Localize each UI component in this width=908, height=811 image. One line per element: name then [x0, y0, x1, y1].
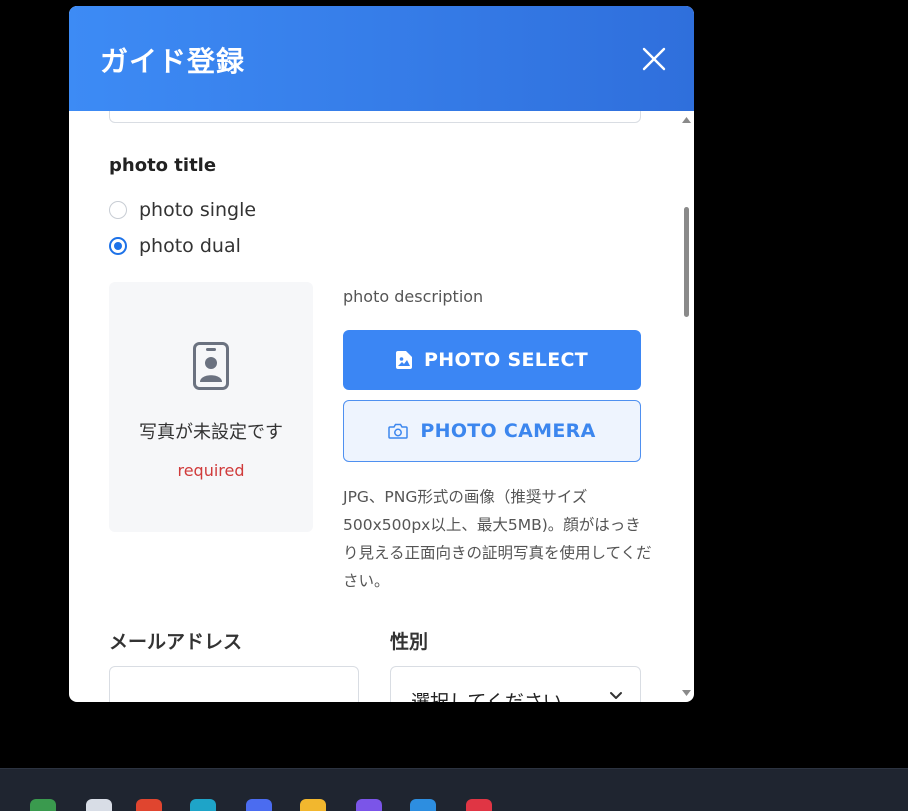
- scroll-up-icon[interactable]: [682, 117, 691, 123]
- photo-select-label: PHOTO SELECT: [424, 349, 588, 371]
- app-icon[interactable]: [246, 799, 272, 811]
- dialog-title: ガイド登録: [100, 45, 246, 78]
- radio-photo-dual[interactable]: photo dual: [109, 235, 241, 257]
- radio-photo-single[interactable]: photo single: [109, 199, 256, 221]
- close-icon: [642, 47, 666, 71]
- required-label: required: [177, 461, 245, 480]
- dialog-header: ガイド登録: [69, 6, 694, 111]
- gender-select[interactable]: 選択してください: [390, 666, 641, 702]
- widgets-icon[interactable]: [30, 799, 56, 811]
- copilot-icon[interactable]: [356, 799, 382, 811]
- close-button[interactable]: [639, 44, 669, 74]
- photo-hint-text: JPG、PNG形式の画像（推奨サイズ500x500px以上、最大5MB)。顔がは…: [343, 488, 652, 590]
- radio-button[interactable]: [109, 201, 127, 219]
- folder-icon[interactable]: [300, 799, 326, 811]
- camera-icon: [388, 423, 409, 439]
- photo-preview: 写真が未設定です required: [109, 282, 313, 532]
- scroll-down-icon[interactable]: [682, 690, 691, 696]
- email-field[interactable]: [109, 666, 359, 702]
- photo-description: photo description: [343, 287, 484, 306]
- gender-label: 性別: [390, 631, 429, 653]
- photo-camera-button[interactable]: PHOTO CAMERA: [343, 400, 641, 462]
- radio-button[interactable]: [109, 237, 127, 255]
- photo-status-text: 写真が未設定です: [139, 422, 283, 443]
- photo-select-button[interactable]: PHOTO SELECT: [343, 330, 641, 390]
- edge-icon[interactable]: [190, 799, 216, 811]
- scrollbar[interactable]: [679, 111, 694, 702]
- photo-section-label: photo title: [109, 155, 217, 176]
- radio-label: photo single: [139, 199, 257, 221]
- app-icon[interactable]: [466, 799, 492, 811]
- photo-camera-label: PHOTO CAMERA: [420, 420, 596, 442]
- scroll-thumb[interactable]: [684, 207, 689, 317]
- dialog-body[interactable]: photo title photo single photo dual 写真が未…: [69, 111, 694, 702]
- previous-field[interactable]: [109, 111, 641, 123]
- id-badge-icon: [193, 342, 229, 390]
- taskbar: [0, 768, 908, 811]
- guide-registration-dialog: ガイド登録 photo title photo single photo dua…: [69, 6, 694, 702]
- chrome-icon[interactable]: [136, 799, 162, 811]
- vscode-icon[interactable]: [410, 799, 436, 811]
- gender-selected-value: 選択してください: [411, 691, 562, 702]
- email-label: メールアドレス: [109, 631, 243, 653]
- radio-label: photo dual: [139, 235, 241, 257]
- image-file-icon: [396, 351, 413, 369]
- chevron-down-icon: [610, 692, 622, 699]
- file-icon[interactable]: [86, 799, 112, 811]
